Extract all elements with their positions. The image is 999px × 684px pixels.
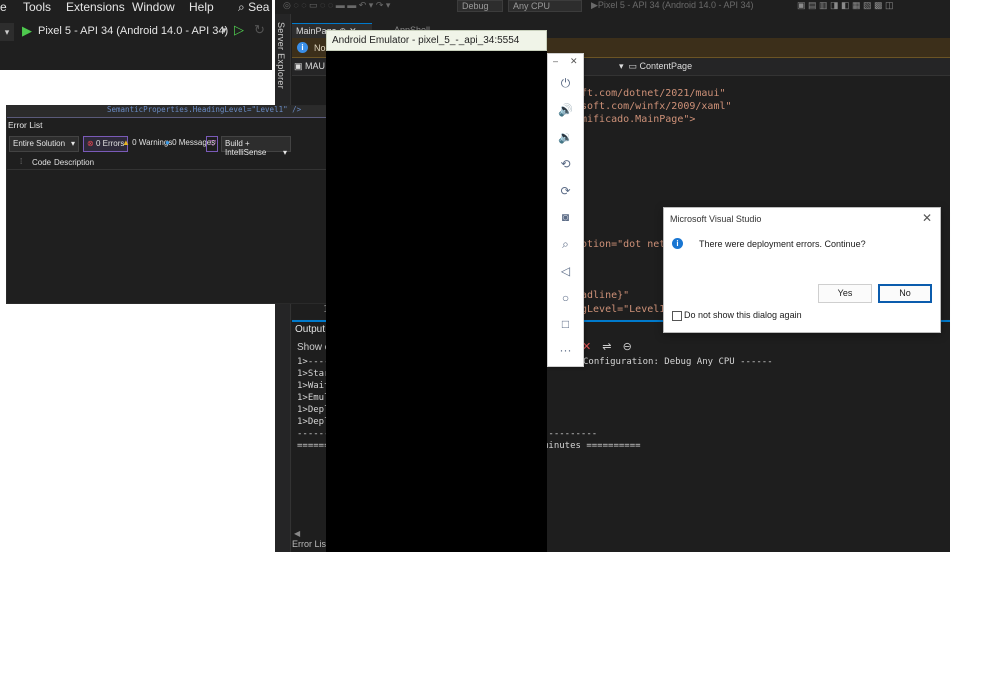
close-icon[interactable]: ✕ xyxy=(922,211,932,225)
code-snippet: SemanticProperties.HeadingLevel="Level1"… xyxy=(107,105,302,114)
output-line: 1>Wait xyxy=(297,381,330,391)
code-line: adline}" xyxy=(581,290,630,301)
sort-icon[interactable]: ⁞ xyxy=(20,157,22,166)
server-explorer-label: Server Explorer xyxy=(276,22,286,90)
output-line: minutes ========== xyxy=(543,441,641,451)
scroll-left-icon[interactable]: ◀ xyxy=(294,529,300,538)
back-icon[interactable]: ◁ xyxy=(548,260,583,282)
column-header-code[interactable]: Code xyxy=(32,158,51,167)
more-icon[interactable]: ··· xyxy=(548,339,583,361)
deployment-errors-dialog: Microsoft Visual Studio ✕ i There were d… xyxy=(663,207,941,333)
error-list-window: SemanticProperties.HeadingLevel="Level1"… xyxy=(6,105,381,304)
emulator-control-bar: – ✕ ⏻ 🔊 🔉 ⟲ ⟳ ◙ ⌕ ◁ ○ □ ··· xyxy=(547,53,584,367)
run-target[interactable]: ▶ Pixel 5 - API 34 (Android 14.0 - API 3… xyxy=(591,0,754,11)
output-line: 1>---- xyxy=(297,357,330,367)
top-toolbar: ◎ ◌ ◌ ▭ ◌ ◌ ▬ ▬ ↶ ▾ ↷ ▾ Debug Any CPU ▶ … xyxy=(275,0,950,14)
dont-show-label[interactable]: Do not show this dialog again xyxy=(684,310,802,320)
configuration-combo[interactable]: Debug xyxy=(457,0,503,12)
output-toolbar: ✕ ⇌ ⊖ xyxy=(582,340,632,354)
build-filter-dropdown[interactable]: Build + IntelliSense ▾ xyxy=(221,136,291,157)
menu-item-file[interactable]: e xyxy=(0,0,7,14)
search-box[interactable]: ⌕ Sea xyxy=(238,0,269,15)
zoom-icon[interactable]: ⌕ xyxy=(548,233,583,255)
error-list-columns: ⁞ Code Description xyxy=(7,156,380,170)
code-line: soft.com/winfx/2009/xaml" xyxy=(581,101,732,112)
platform-combo[interactable]: Any CPU xyxy=(508,0,582,12)
member-nav[interactable]: ▾ ▭ ContentPage xyxy=(619,61,692,72)
error-icon: ⊗ xyxy=(87,139,94,148)
power-icon[interactable]: ⏻ xyxy=(548,72,583,94)
output-line: ---------- xyxy=(543,429,598,439)
dialog-message: There were deployment errors. Continue? xyxy=(699,239,866,249)
dropdown-arrow-icon[interactable]: ▾ xyxy=(0,23,14,41)
run-toolbar: ▾ ▶ Pixel 5 - API 34 (Android 14.0 - API… xyxy=(0,22,272,42)
visual-studio-left-window: e Tools Extensions Window Help ⌕ Sea ▾ ▶… xyxy=(0,0,272,70)
menu-item-tools[interactable]: Tools xyxy=(23,0,51,14)
error-list-tab[interactable]: Error List xyxy=(292,539,329,549)
warning-icon: ▲ xyxy=(122,138,130,147)
home-icon[interactable]: ○ xyxy=(548,287,583,309)
output-line: 1>Star xyxy=(297,369,330,379)
rotate-left-icon[interactable]: ⟲ xyxy=(548,153,583,175)
message-icon: ● xyxy=(165,138,170,147)
start-without-debug-icon[interactable]: ▷ xyxy=(234,22,244,38)
word-wrap-icon[interactable]: ⇌ xyxy=(602,341,611,353)
toolbar-right-icons: ▣ ▤ ▥ ◨ ◧ ▦ ▧ ▩ ◫ xyxy=(797,0,894,10)
volume-up-icon[interactable]: 🔊 xyxy=(548,99,583,121)
target-dropdown-icon[interactable]: ▾ xyxy=(222,25,227,36)
overview-icon[interactable]: □ xyxy=(548,313,583,335)
column-header-description[interactable]: Description xyxy=(54,158,94,167)
code-line: mificado.MainPage"> xyxy=(581,114,696,125)
menu-item-help[interactable]: Help xyxy=(189,0,214,14)
camera-icon[interactable]: ◙ xyxy=(548,206,583,228)
rotate-right-icon[interactable]: ⟳ xyxy=(548,180,583,202)
filter-icon[interactable]: ⛉ xyxy=(206,136,218,152)
error-list-title: Error List xyxy=(8,120,43,130)
info-icon: i xyxy=(672,238,683,249)
project-nav[interactable]: ▣ MAU xyxy=(294,61,325,72)
search-icon: ⌕ xyxy=(238,0,245,14)
info-bar-text: No xyxy=(314,43,326,53)
error-list-toolbar: Entire Solution ▾ ⊗ 0 Errors ▲ 0 Warnings… xyxy=(7,136,380,157)
close-icon[interactable]: ✕ xyxy=(570,56,578,67)
no-button[interactable]: No xyxy=(878,284,932,303)
dialog-title: Microsoft Visual Studio xyxy=(670,214,762,224)
output-line: Configuration: Debug Any CPU ------ xyxy=(583,357,773,367)
output-title: Output xyxy=(295,324,326,335)
toolbar-icons: ◎ ◌ ◌ ▭ ◌ ◌ ▬ ▬ ↶ ▾ ↷ ▾ xyxy=(283,0,391,10)
android-emulator-window: Android Emulator - pixel_5_-_api_34:5554 xyxy=(326,30,547,552)
menu-item-window[interactable]: Window xyxy=(132,0,175,14)
yes-button[interactable]: Yes xyxy=(818,284,872,303)
minimize-icon[interactable]: – xyxy=(553,56,558,66)
menu-item-extensions[interactable]: Extensions xyxy=(66,0,125,14)
toggle-icon[interactable]: ⊖ xyxy=(623,341,632,353)
scope-dropdown[interactable]: Entire Solution ▾ xyxy=(9,136,79,152)
editor-snippet: SemanticProperties.HeadingLevel="Level1"… xyxy=(7,105,380,118)
info-icon: i xyxy=(297,42,308,53)
code-line: gLevel="Level1" xyxy=(581,304,672,315)
start-debug-icon[interactable]: ▶ xyxy=(22,23,32,39)
volume-down-icon[interactable]: 🔉 xyxy=(548,126,583,148)
hot-reload-icon[interactable]: ↻ xyxy=(254,22,265,38)
output-line: 1>Depl xyxy=(297,417,330,427)
emulator-title[interactable]: Android Emulator - pixel_5_-_api_34:5554 xyxy=(326,30,547,51)
output-line: 1>Depl xyxy=(297,405,330,415)
dont-show-checkbox[interactable] xyxy=(672,311,682,321)
emulator-screen[interactable] xyxy=(326,51,547,552)
output-line: 1>Emul xyxy=(297,393,330,403)
run-target-label[interactable]: Pixel 5 - API 34 (Android 14.0 - API 34) xyxy=(38,25,228,37)
code-line: ft.com/dotnet/2021/maui" xyxy=(581,88,726,99)
